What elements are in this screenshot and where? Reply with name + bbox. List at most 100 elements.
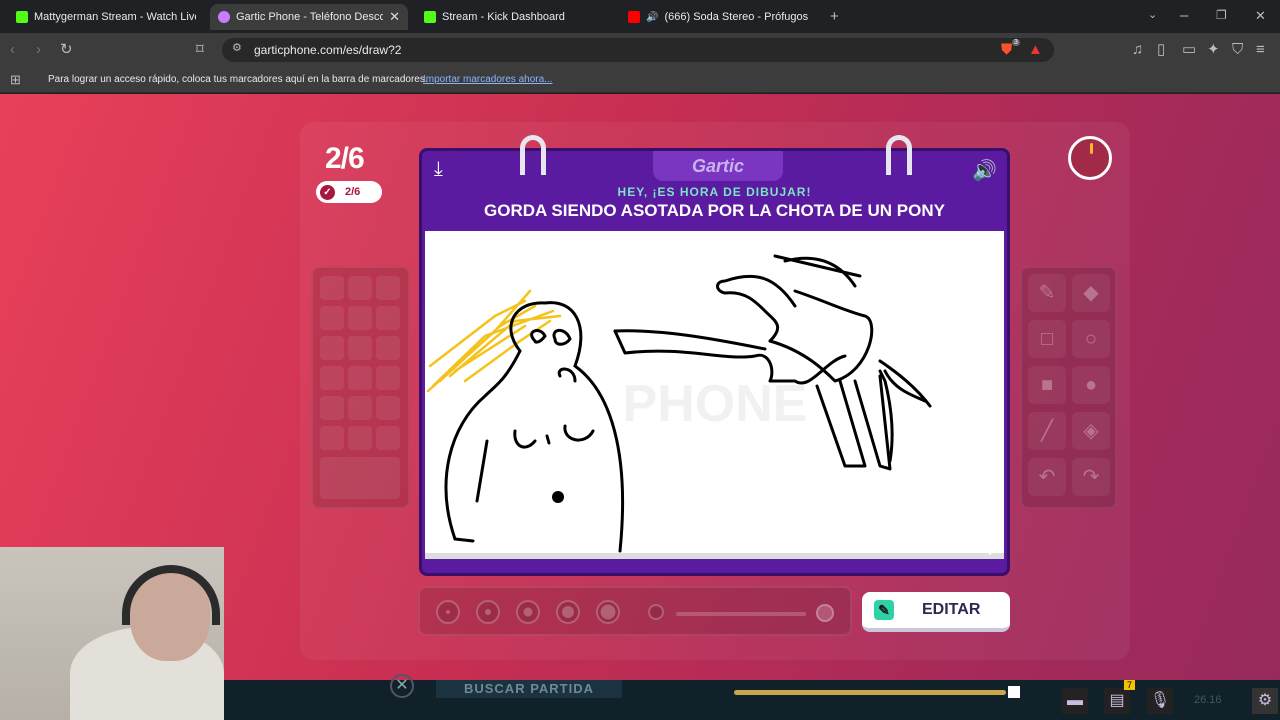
brush-size-1[interactable] [436,600,460,624]
brush-size-2[interactable] [476,600,500,624]
redo-icon[interactable]: ↷ [1072,458,1110,496]
chat-icon[interactable]: ▬ [1062,688,1088,714]
canvas-watermark: PHONE [623,375,808,433]
vpn-icon[interactable]: ⛉ [1232,42,1243,57]
opacity-min-icon [648,604,664,620]
bookmark-icon[interactable]: ⌑ [196,42,204,57]
search-match-button[interactable]: BUSCAR PARTIDA [436,680,622,698]
tab-gartic-phone[interactable]: Gartic Phone - Teléfono Descomp ✕ [210,4,408,30]
line-icon[interactable]: ╱ [1028,412,1066,450]
tab-youtube[interactable]: 🔊 (666) Soda Stereo - Prófugos (Let [620,4,816,30]
tool-panel: ✎ ◆ □ ○ ■ ● ╱ ◈ ↶ ↷ [1020,266,1117,509]
reload-icon[interactable]: ↻ [60,42,73,57]
sound-icon[interactable]: 🔊 [972,158,997,183]
tab-title: Mattygerman Stream - Watch Live on [34,11,196,23]
restore-icon[interactable]: ❐ [1216,9,1227,21]
color-swatch[interactable] [376,366,400,390]
leo-icon[interactable]: ✦ [1207,42,1220,57]
color-swatch[interactable] [348,426,372,450]
filled-ellipse-icon[interactable]: ● [1072,366,1110,404]
prompt-label: HEY, ¡ES HORA DE DIBUJAR! [617,185,812,199]
game-overlay-bar: ✕ BUSCAR PARTIDA ▬ ▤ 7 🎙 26.16 ⚙ [224,674,1280,720]
drawing-board: Gartic ⤓ 🔊 HEY, ¡ES HORA DE DIBUJAR! GOR… [419,135,1010,576]
color-palette [311,266,410,509]
pencil-icon[interactable]: ✎ [1028,274,1066,312]
ellipse-icon[interactable]: ○ [1072,320,1110,358]
color-swatch[interactable] [348,396,372,420]
url-text: garticphone.com/es/draw?2 [254,43,402,57]
mic-icon[interactable]: 🎙 [1147,688,1173,714]
webcam-overlay [0,547,224,720]
tab-title: Gartic Phone - Teléfono Descomp [236,11,384,23]
download-icon[interactable]: ⤓ [434,158,443,181]
tab-title: (666) Soda Stereo - Prófugos (Let [664,11,808,23]
color-swatch[interactable] [348,366,372,390]
brush-size-5[interactable] [596,600,620,624]
kick-icon [424,11,436,23]
headphones-icon [122,565,220,625]
site-settings-icon[interactable]: ⚙ [232,43,242,54]
edit-button[interactable]: ✎ EDITAR [862,592,1010,632]
brush-size-3[interactable] [516,600,540,624]
settings-gear-icon[interactable]: ⚙ [1252,688,1278,714]
bookmarks-bar: ⊞ Para lograr un acceso rápido, coloca t… [0,67,1280,93]
gartic-logo: Gartic [653,151,783,181]
notification-badge: 7 [1124,680,1136,690]
color-swatch[interactable] [348,336,372,360]
sidebar-icon[interactable]: ▯ [1157,42,1165,57]
rectangle-icon[interactable]: □ [1028,320,1066,358]
tab-kick-dashboard[interactable]: Stream - Kick Dashboard [416,4,616,30]
eraser-icon[interactable]: ◆ [1072,274,1110,312]
color-swatch[interactable] [320,366,344,390]
brush-size-4[interactable] [556,600,580,624]
color-swatch[interactable] [320,336,344,360]
tab-bar: Mattygerman Stream - Watch Live on Garti… [0,0,1280,33]
pony-drawing [613,254,932,471]
color-swatch[interactable] [348,276,372,300]
color-swatch[interactable] [376,426,400,450]
apps-icon[interactable]: ⊞ [10,73,21,86]
toolbar: ‹ › ↻ ⌑ ⚙ garticphone.com/es/draw?2 ⛊ 3 … [0,33,1280,67]
opacity-slider[interactable] [676,612,806,616]
brave-rewards-icon[interactable]: ▲ [1028,42,1043,57]
new-tab-icon[interactable]: + [830,9,839,24]
check-icon: ✓ [320,184,335,200]
minimize-icon[interactable]: – [1180,8,1188,23]
color-swatch[interactable] [320,306,344,330]
tab-search-icon[interactable]: ⌄ [1148,10,1157,21]
youtube-icon [628,11,640,23]
round-counter: 2/6 [325,142,365,175]
fill-bucket-icon[interactable]: ◈ [1072,412,1110,450]
menu-icon[interactable]: ≡ [1256,42,1265,57]
tab-mattygerman[interactable]: Mattygerman Stream - Watch Live on [8,4,204,30]
color-swatch[interactable] [348,306,372,330]
sketch: PHONE [426,254,932,553]
color-swatch[interactable] [320,396,344,420]
color-swatch[interactable] [376,276,400,300]
bookmarks-hint: Para lograr un acceso rápido, coloca tus… [48,74,428,85]
notes-icon[interactable]: ▤ [1104,688,1130,714]
close-x-icon[interactable]: ✕ [390,674,414,698]
wallet-icon[interactable]: ▭ [1182,42,1196,57]
color-swatch[interactable] [376,306,400,330]
custom-color[interactable] [320,457,400,499]
pencil-icon: ✎ [874,600,894,620]
color-swatch[interactable] [320,426,344,450]
address-bar[interactable]: ⚙ garticphone.com/es/draw?2 [222,38,1054,62]
import-bookmarks-link[interactable]: Importar marcadores ahora... [423,74,553,85]
progress-end-marker [1008,686,1020,698]
media-icon[interactable]: ♫ [1132,42,1143,57]
close-tab-icon[interactable]: ✕ [389,9,400,25]
filled-rectangle-icon[interactable]: ■ [1028,366,1066,404]
back-icon[interactable]: ‹ [10,42,15,57]
undo-icon[interactable]: ↶ [1028,458,1066,496]
color-swatch[interactable] [320,276,344,300]
opacity-max-icon [816,604,834,622]
drawing-canvas[interactable]: PHONE [425,231,1004,559]
close-window-icon[interactable]: ✕ [1255,9,1266,22]
color-swatch[interactable] [376,396,400,420]
color-swatch[interactable] [376,336,400,360]
edit-button-label: EDITAR [922,601,981,618]
brave-shield-icon[interactable]: ⛊ [1001,42,1012,57]
forward-icon[interactable]: › [36,42,41,57]
